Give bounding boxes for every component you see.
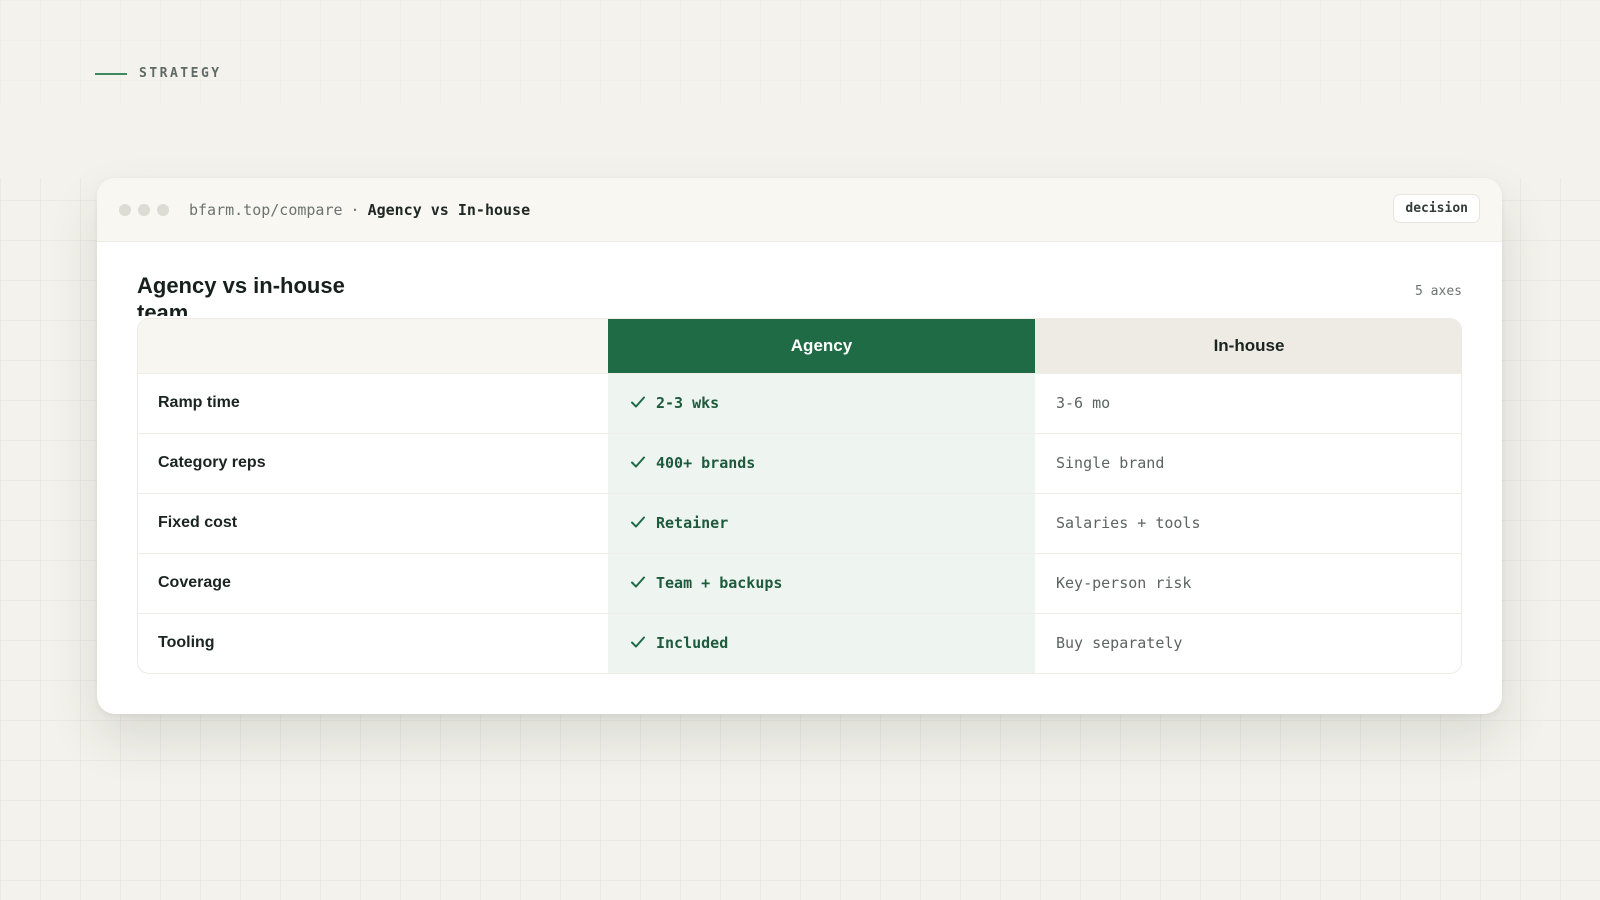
check-icon <box>630 635 646 649</box>
inhouse-cell: Buy separately <box>1035 612 1461 673</box>
row-label: Fixed cost <box>138 492 608 553</box>
url-text[interactable]: bfarm.top/compare <box>189 201 343 219</box>
inhouse-cell: 3-6 mo <box>1035 372 1461 433</box>
axes-count: 5 axes <box>1415 284 1462 299</box>
url-separator: · <box>350 200 360 219</box>
section-title: STRATEGY <box>139 66 222 81</box>
decision-badge: decision <box>1393 194 1480 223</box>
row-label-text: Category reps <box>158 454 266 471</box>
inhouse-cell: Salaries + tools <box>1035 492 1461 553</box>
agency-value: Team + backups <box>656 574 783 592</box>
mid-band <box>0 106 1600 178</box>
row-label: Category reps <box>138 432 608 493</box>
table-row: Ramp time 2-3 wks 3-6 mo <box>138 372 1461 433</box>
agency-value: Retainer <box>656 514 729 532</box>
window-page-title: Agency vs In-house <box>367 200 531 219</box>
section-divider <box>95 72 127 75</box>
window-titlebar: bfarm.top/compare · Agency vs In-house d… <box>97 178 1502 242</box>
check-icon <box>630 395 646 409</box>
agency-value: 400+ brands <box>656 454 756 472</box>
window-close-dot[interactable] <box>119 203 131 216</box>
header-agency: Agency <box>608 319 1035 373</box>
agency-cell: Retainer <box>608 492 1035 553</box>
section-label: STRATEGY <box>95 66 222 81</box>
agency-value: Included <box>656 634 729 653</box>
check-icon <box>630 575 646 589</box>
row-label-text: Ramp time <box>158 394 240 411</box>
table-row: Tooling Included Buy separately <box>138 612 1461 673</box>
check-icon <box>630 515 646 529</box>
card-title: Agency vs in-house team <box>137 273 345 316</box>
table-row: Fixed cost Retainer Salaries + tools <box>138 492 1461 553</box>
inhouse-value: Salaries + tools <box>1056 514 1201 532</box>
inhouse-cell: Single brand <box>1035 432 1461 493</box>
agency-cell: Team + backups <box>608 552 1035 613</box>
inhouse-value: Single brand <box>1056 454 1165 472</box>
inhouse-value: Buy separately <box>1056 634 1183 653</box>
header-inhouse: In-house <box>1035 319 1461 373</box>
window-maximize-dot[interactable] <box>157 203 169 216</box>
check-icon <box>630 455 646 469</box>
agency-cell: 400+ brands <box>608 432 1035 493</box>
agency-value: 2-3 wks <box>656 394 720 412</box>
row-label: Tooling <box>138 612 608 673</box>
agency-cell: 2-3 wks <box>608 372 1035 433</box>
comparison-table: Agency In-house Ramp time 2-3 wks 3-6 mo Ca… <box>137 318 1462 674</box>
table-row: Coverage Team + backups Key-person risk <box>138 552 1461 613</box>
window-controls <box>119 203 169 216</box>
top-band <box>0 0 1600 106</box>
row-label-text: Tooling <box>158 634 215 652</box>
inhouse-value: Key-person risk <box>1056 574 1192 592</box>
agency-cell: Included <box>608 612 1035 673</box>
row-label: Coverage <box>138 552 608 613</box>
inhouse-value: 3-6 mo <box>1056 394 1111 412</box>
table-row: Category reps 400+ brands Single brand <box>138 432 1461 493</box>
inhouse-cell: Key-person risk <box>1035 552 1461 613</box>
row-label: Ramp time <box>138 372 608 433</box>
header-empty <box>138 319 608 373</box>
row-label-text: Fixed cost <box>158 514 238 531</box>
browser-window: bfarm.top/compare · Agency vs In-house d… <box>97 178 1502 714</box>
row-label-text: Coverage <box>158 574 231 591</box>
window-minimize-dot[interactable] <box>138 203 150 216</box>
table-header-row: Agency In-house <box>138 319 1461 373</box>
